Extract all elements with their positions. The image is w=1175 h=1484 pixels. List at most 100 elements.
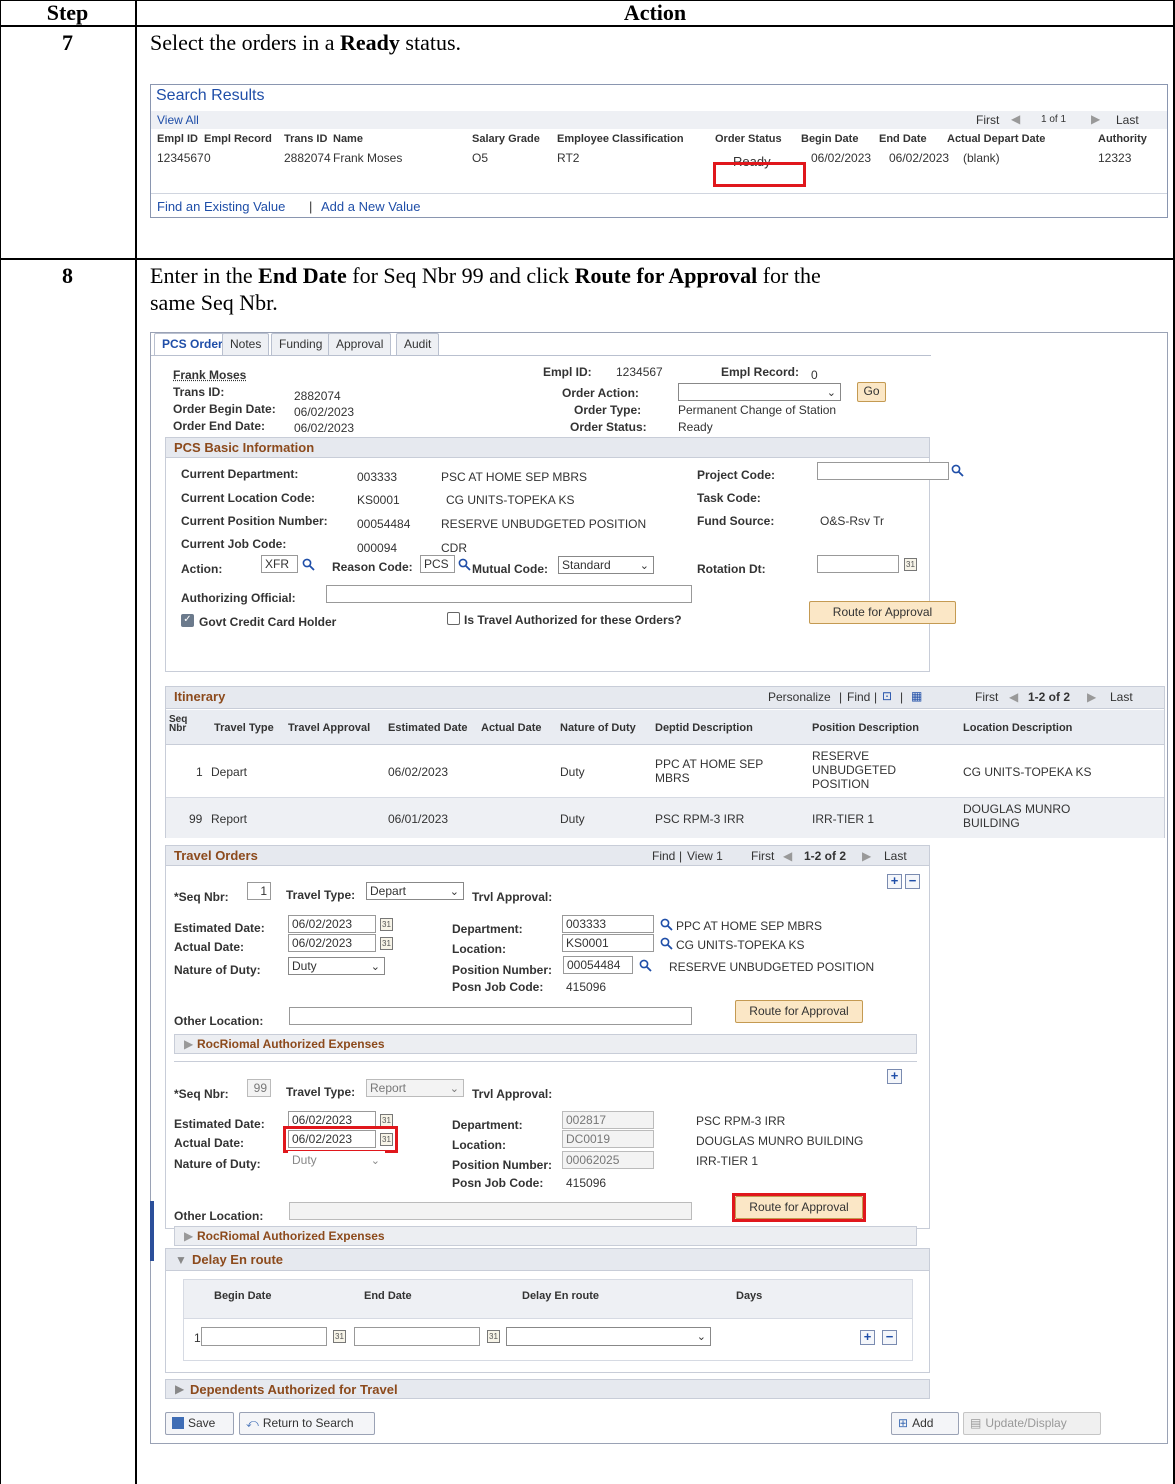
cell-empl-record[interactable]: 0 <box>204 151 211 165</box>
delay-row[interactable]: 1 31 31 ⌄ + − <box>183 1319 913 1361</box>
calendar-icon[interactable]: 31 <box>380 918 393 931</box>
chevron-down-icon: ⌄ <box>639 560 649 572</box>
other-location-input[interactable] <box>289 1007 692 1025</box>
route-for-approval-button[interactable]: Route for Approval <box>809 601 956 624</box>
add-new-value-link[interactable]: Add a New Value <box>321 199 421 214</box>
first-link[interactable]: First <box>751 849 774 863</box>
cell-actual-depart[interactable]: (blank) <box>963 151 1000 165</box>
begin-date-input[interactable] <box>201 1327 327 1346</box>
position-number-input[interactable]: 00054484 <box>563 956 633 974</box>
order-action-label: Order Action: <box>562 386 639 400</box>
reason-code-input[interactable]: PCS <box>420 555 455 573</box>
travel-authorized-checkbox[interactable] <box>447 612 460 625</box>
position-desc: RESERVE UNBUDGETED POSITION <box>669 960 875 974</box>
project-code-input[interactable] <box>817 462 949 480</box>
location-input[interactable]: KS0001 <box>562 934 654 952</box>
prev-arrow-icon[interactable]: ◀ <box>1011 112 1020 126</box>
search-icon[interactable] <box>639 959 652 972</box>
search-icon[interactable] <box>951 464 964 477</box>
delay-en-route-select[interactable]: ⌄ <box>506 1327 711 1346</box>
first-link[interactable]: First <box>976 113 999 127</box>
route-for-approval-button[interactable]: Route for Approval <box>735 1000 863 1023</box>
next-arrow-icon[interactable]: ▶ <box>1087 690 1096 704</box>
rotation-dt-input[interactable] <box>817 555 899 573</box>
employee-name[interactable]: Frank Moses <box>173 368 246 382</box>
return-to-search-button[interactable]: ⤺ Return to Search <box>239 1412 375 1435</box>
delete-row-icon[interactable]: − <box>882 1330 897 1345</box>
cell-trans-id[interactable]: 2882074 <box>284 151 331 165</box>
cell-authority[interactable]: 12323 <box>1098 151 1131 165</box>
search-icon[interactable] <box>458 558 471 571</box>
add-button[interactable]: ⊞ Add <box>891 1412 959 1435</box>
posn-job-code-value: 415096 <box>566 1176 607 1190</box>
next-arrow-icon[interactable]: ▶ <box>1091 112 1100 126</box>
link-separator: | <box>839 690 843 704</box>
prev-arrow-icon[interactable]: ◀ <box>1009 690 1018 704</box>
cell-begin-date[interactable]: 06/02/2023 <box>811 151 871 165</box>
position-number-label: Position Number: <box>452 963 553 977</box>
view-all-icon[interactable]: ⊡ <box>882 689 892 703</box>
cell-name[interactable]: Frank Moses <box>333 151 402 165</box>
department-label: Department: <box>452 1118 523 1132</box>
prev-arrow-icon[interactable]: ◀ <box>783 849 792 863</box>
last-link[interactable]: Last <box>1110 690 1133 704</box>
travel-type-select[interactable]: Depart ⌄ <box>366 882 464 900</box>
find-link[interactable]: Find <box>847 690 870 704</box>
calendar-icon[interactable]: 31 <box>380 937 393 950</box>
calendar-icon[interactable]: 31 <box>333 1330 346 1343</box>
tab-funding[interactable]: Funding <box>271 333 331 355</box>
mutual-code-select[interactable]: Standard ⌄ <box>558 556 654 574</box>
cell-classification[interactable]: RT2 <box>557 151 579 165</box>
estimated-date-input[interactable]: 06/02/2023 <box>288 915 376 933</box>
view-1-link[interactable]: View 1 <box>687 849 723 863</box>
last-link[interactable]: Last <box>884 849 907 863</box>
actual-date-input[interactable]: 06/02/2023 <box>288 934 376 952</box>
view-all-link[interactable]: View All <box>157 113 199 127</box>
add-row-icon[interactable]: + <box>860 1330 875 1345</box>
last-link[interactable]: Last <box>1116 113 1139 127</box>
add-row-icon[interactable]: + <box>887 874 902 889</box>
search-icon[interactable] <box>660 937 673 950</box>
department-input[interactable]: 003333 <box>562 915 654 933</box>
download-grid-icon[interactable]: ▦ <box>911 689 922 703</box>
itinerary-row-2[interactable]: 99 Report 06/01/2023 Duty PSC RPM-3 IRR … <box>166 798 1164 838</box>
dependents-collapsible[interactable]: ▶ Dependents Authorized for Travel <box>165 1379 930 1399</box>
tab-pcs-order[interactable]: PCS Order <box>154 333 231 356</box>
cell-empl-id[interactable]: 1234567 <box>157 151 204 165</box>
search-icon[interactable] <box>660 918 673 931</box>
seq-nbr-input[interactable]: 1 <box>247 882 271 900</box>
save-button[interactable]: Save <box>165 1412 234 1435</box>
results-row[interactable]: 1234567 0 2882074 Frank Moses O5 RT2 Rea… <box>151 149 1167 169</box>
cell-estimated-date: 06/02/2023 <box>388 765 449 779</box>
find-existing-value-link[interactable]: Find an Existing Value <box>157 199 285 214</box>
delay-en-route-header[interactable]: ▼ Delay En route <box>166 1249 929 1271</box>
col-travel-type: Travel Type <box>214 722 274 734</box>
action-input[interactable]: XFR <box>261 555 298 573</box>
itinerary-row-1[interactable]: 1 Depart 06/02/2023 Duty PPC AT HOME SEP… <box>166 745 1164 798</box>
calendar-icon[interactable]: 31 <box>904 558 917 571</box>
calendar-icon[interactable]: 31 <box>487 1330 500 1343</box>
tab-audit[interactable]: Audit <box>396 333 440 355</box>
empl-record-value: 0 <box>811 368 818 382</box>
govt-cc-checkbox[interactable]: ✓ <box>181 614 194 627</box>
order-action-select[interactable]: ⌄ <box>678 383 841 401</box>
go-button[interactable]: Go <box>857 382 886 402</box>
cell-salary-grade[interactable]: O5 <box>472 151 488 165</box>
add-row-icon[interactable]: + <box>887 1069 902 1084</box>
tab-approval[interactable]: Approval <box>328 333 392 355</box>
tab-notes[interactable]: Notes <box>222 333 270 355</box>
mutual-code-label: Mutual Code: <box>472 562 548 576</box>
find-link[interactable]: Find <box>652 849 675 863</box>
delay-header-row: Begin Date End Date Delay En route Days <box>183 1279 913 1319</box>
expenses-collapsible[interactable]: ▶ RocRiomal Authorized Expenses <box>174 1226 917 1246</box>
delete-row-icon[interactable]: − <box>905 874 920 889</box>
nature-of-duty-select[interactable]: Duty ⌄ <box>288 957 385 975</box>
cell-end-date[interactable]: 06/02/2023 <box>889 151 949 165</box>
expenses-collapsible[interactable]: ▶ RocRiomal Authorized Expenses <box>174 1034 917 1054</box>
first-link[interactable]: First <box>975 690 998 704</box>
end-date-input[interactable] <box>354 1327 480 1346</box>
search-icon[interactable] <box>302 558 315 571</box>
personalize-link[interactable]: Personalize <box>768 690 831 704</box>
authorizing-official-input[interactable] <box>326 585 692 603</box>
next-arrow-icon[interactable]: ▶ <box>862 849 871 863</box>
